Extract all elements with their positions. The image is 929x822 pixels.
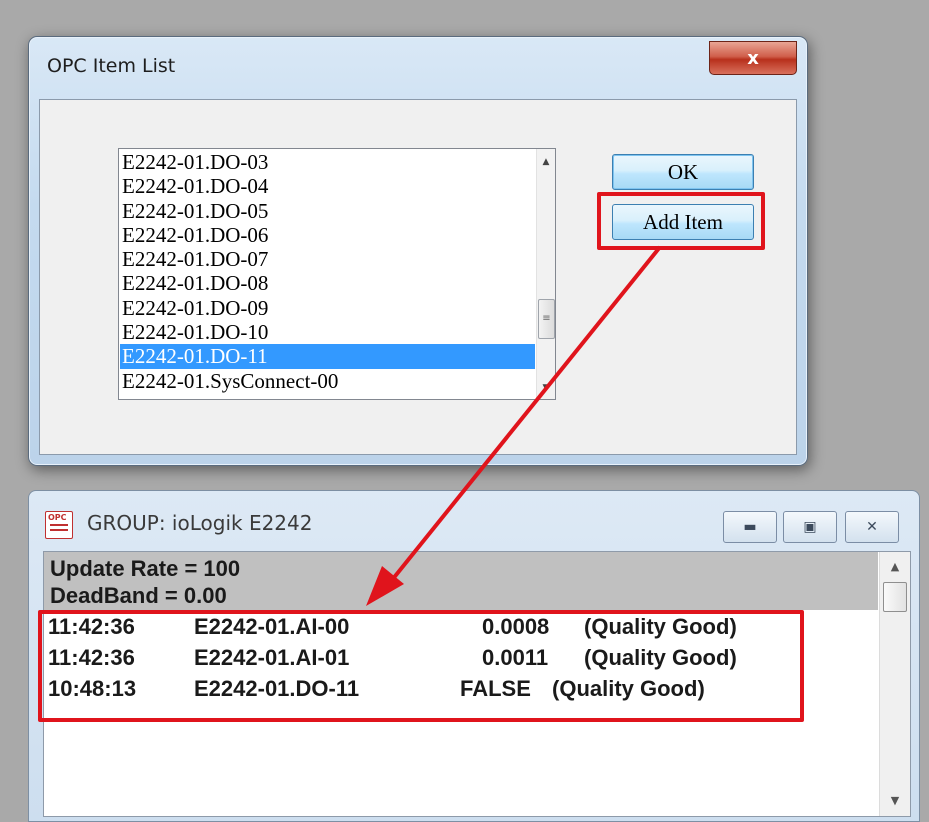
annotation-arrow <box>366 245 662 606</box>
